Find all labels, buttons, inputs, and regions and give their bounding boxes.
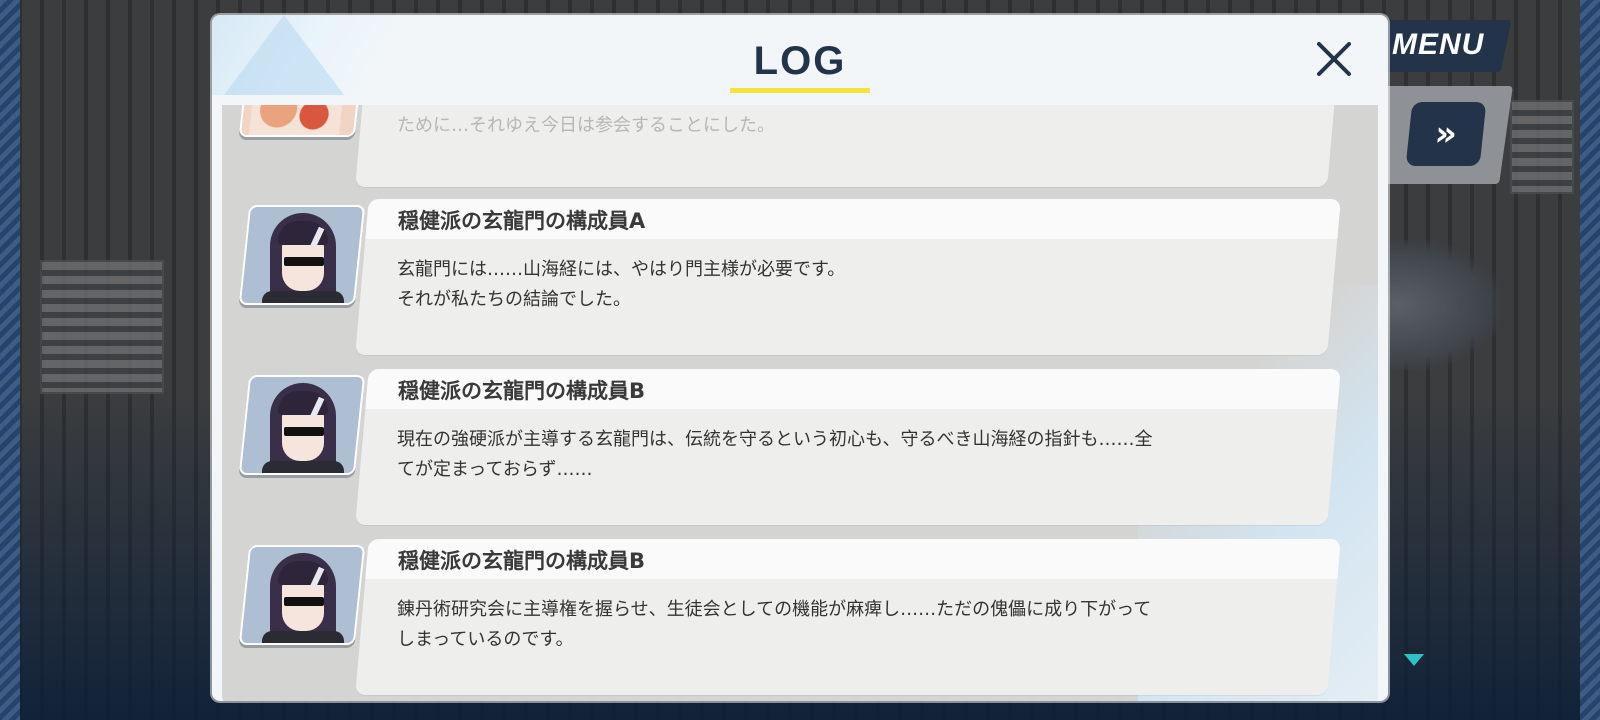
speaker-name: 穏健派の玄龍門の構成員A: [398, 209, 646, 233]
log-entry: 穏健派の玄龍門の構成員A 玄龍門には……山海経には、やはり門主様が必要です。 そ…: [222, 199, 1378, 359]
log-entry: 穏健派の玄龍門の構成員B 現在の強硬派が主導する玄龍門は、伝統を守るという初心も…: [222, 369, 1378, 529]
right-border-stripe: [1580, 0, 1600, 720]
avatar: [238, 105, 366, 137]
dialogue-line: 錬丹術研究会に主導権を握らせ、生徒会としての機能が麻痺し……ただの傀儡に成り下が…: [397, 599, 1152, 620]
dialog-title: LOG: [753, 39, 847, 83]
avatar-art: [248, 105, 345, 137]
dialogue-line: 玄龍門には……山海経には、やはり門主様が必要です。: [397, 259, 846, 280]
speaker-name: 穏健派の玄龍門の構成員B: [398, 379, 646, 403]
left-border-stripe: [0, 0, 20, 720]
avatar: [238, 205, 366, 305]
log-dialog: LOG ために…それゆえ今日は参会することにした。 穏健派の玄龍門の構成員A 玄…: [212, 15, 1388, 701]
title-underline: [730, 88, 870, 93]
fast-forward-button[interactable]: »: [1405, 102, 1487, 166]
dialogue-line: それが私たちの結論でした。: [397, 289, 631, 310]
background-window: [40, 260, 164, 394]
triangle-down-icon: [1404, 654, 1424, 666]
menu-label: MENU: [1392, 28, 1485, 61]
dialogue-line: 現在の強硬派が主導する玄龍門は、伝統を守るという初心も、守るべき山海経の指針も……: [397, 429, 1153, 450]
dialogue-line: てが定まっておらず……: [397, 459, 593, 480]
fast-forward-icon: »: [1432, 114, 1460, 154]
speaker-name: 穏健派の玄龍門の構成員B: [398, 549, 646, 573]
log-entry: ために…それゆえ今日は参会することにした。: [222, 105, 1378, 191]
dialogue-line: しまっているのです。: [397, 629, 574, 650]
background-window: [1510, 100, 1574, 194]
log-entry: 穏健派の玄龍門の構成員B 錬丹術研究会に主導権を握らせ、生徒会としての機能が麻痺…: [222, 539, 1378, 699]
log-list[interactable]: ために…それゆえ今日は参会することにした。 穏健派の玄龍門の構成員A 玄龍門には…: [222, 105, 1378, 701]
close-button[interactable]: [1314, 39, 1354, 79]
avatar: [238, 545, 366, 645]
dialogue-line: ために…それゆえ今日は参会することにした。: [397, 115, 775, 136]
close-icon: [1317, 42, 1351, 76]
avatar: [238, 375, 366, 475]
